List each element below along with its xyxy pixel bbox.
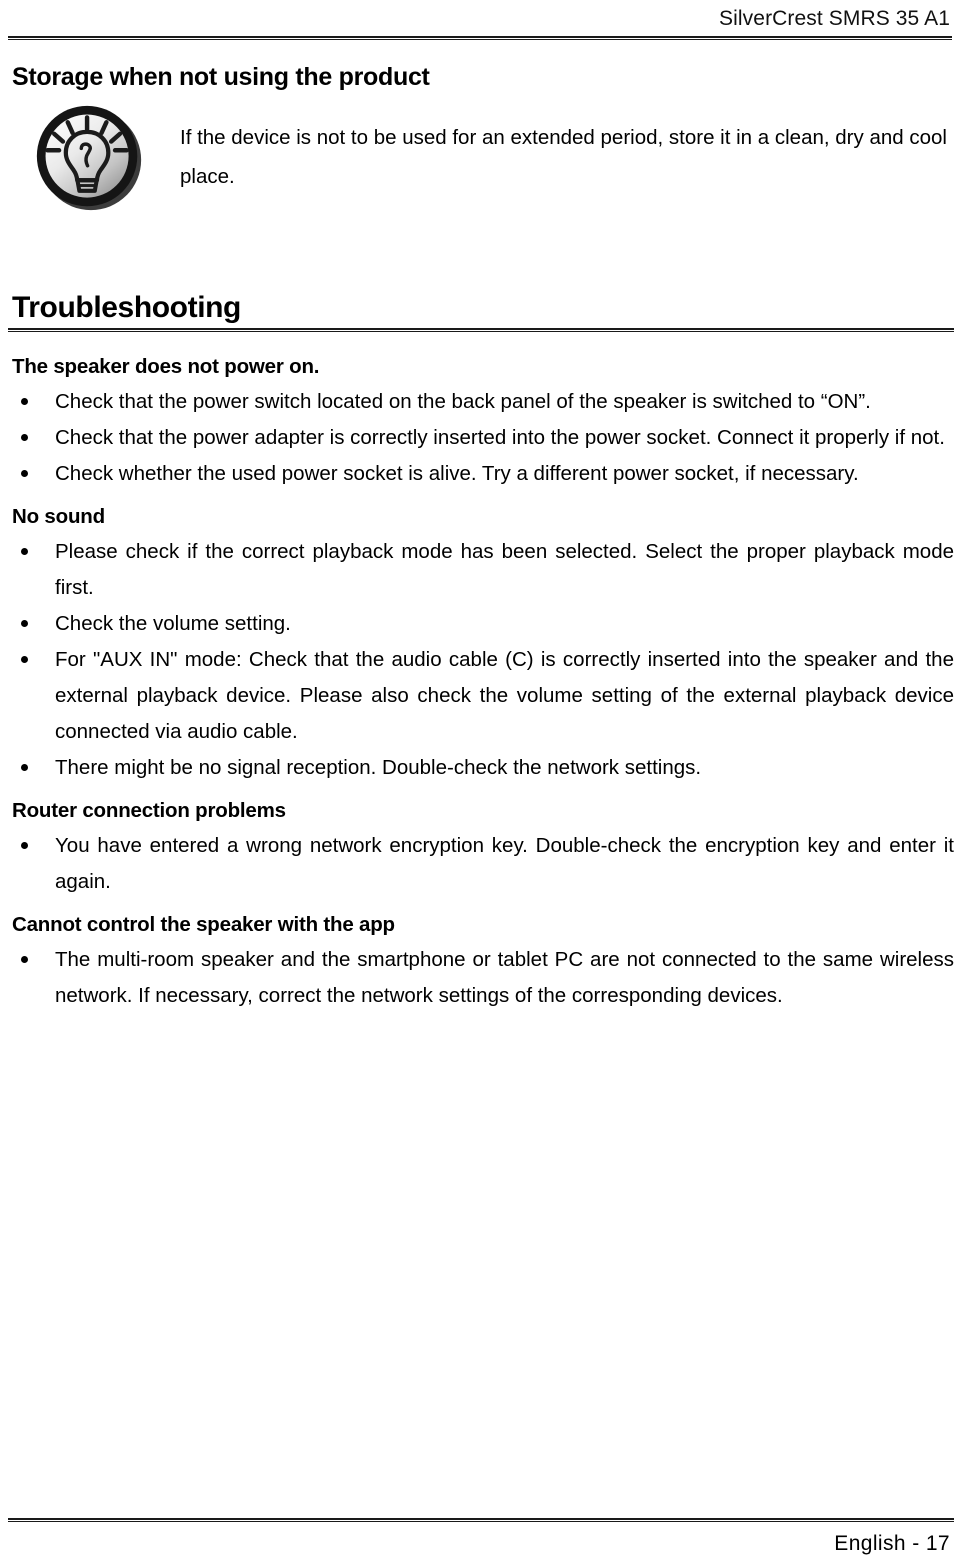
bullet-dot-icon — [21, 842, 28, 849]
bullet-dot-icon — [21, 398, 28, 405]
storage-note-block: If the device is not to be used for an e… — [8, 100, 954, 211]
list-item: There might be no signal reception. Doub… — [8, 750, 954, 786]
bullet-dot-icon — [21, 434, 28, 441]
list-item-text: Please check if the correct playback mod… — [55, 540, 954, 599]
page-content: Storage when not using the product If th… — [8, 52, 954, 1014]
troubleshooting-divider — [8, 328, 954, 332]
bullet-dot-icon — [21, 470, 28, 477]
storage-note-text: If the device is not to be used for an e… — [180, 126, 947, 188]
list-item-text: Check whether the used power socket is a… — [55, 462, 859, 485]
troubleshooting-heading: Troubleshooting — [12, 291, 241, 324]
list-item-text: Check the volume setting. — [55, 612, 291, 635]
storage-section-heading: Storage when not using the product — [12, 63, 430, 91]
bullet-dot-icon — [21, 764, 28, 771]
subheading-no-sound: No sound — [12, 505, 105, 528]
list-item: For "AUX IN" mode: Check that the audio … — [8, 642, 954, 750]
list-item-text: You have entered a wrong network encrypt… — [55, 834, 954, 893]
list-item-text: There might be no signal reception. Doub… — [55, 756, 702, 779]
bullet-dot-icon — [21, 956, 28, 963]
bullet-dot-icon — [21, 620, 28, 627]
bullet-list-app-control: The multi-room speaker and the smartphon… — [8, 942, 954, 1014]
bullet-list-router: You have entered a wrong network encrypt… — [8, 828, 954, 900]
list-item: Check whether the used power socket is a… — [8, 456, 954, 492]
bullet-list-power-on: Check that the power switch located on t… — [8, 384, 954, 492]
list-item-text: Check that the power switch located on t… — [55, 390, 871, 413]
list-item: Please check if the correct playback mod… — [8, 534, 954, 606]
list-item: The multi-room speaker and the smartphon… — [8, 942, 954, 1014]
lightbulb-tip-icon — [30, 102, 148, 214]
header-product-title: SilverCrest SMRS 35 A1 — [719, 7, 950, 30]
list-item: Check that the power adapter is correctl… — [8, 420, 954, 456]
document-page: SilverCrest SMRS 35 A1 Storage when not … — [0, 0, 960, 1568]
subheading-router-connection: Router connection problems — [12, 799, 286, 822]
subheading-app-control: Cannot control the speaker with the app — [12, 913, 395, 936]
list-item: You have entered a wrong network encrypt… — [8, 828, 954, 900]
list-item-text: Check that the power adapter is correctl… — [55, 426, 945, 449]
list-item: Check the volume setting. — [8, 606, 954, 642]
header-divider — [8, 36, 952, 40]
list-item-text: The multi-room speaker and the smartphon… — [55, 948, 954, 1007]
footer-page-label: English - 17 — [834, 1532, 950, 1555]
list-item-text: For "AUX IN" mode: Check that the audio … — [55, 648, 954, 743]
page-footer: English - 17 — [8, 1518, 954, 1558]
bullet-dot-icon — [21, 656, 28, 663]
page-header: SilverCrest SMRS 35 A1 — [8, 6, 952, 46]
list-item: Check that the power switch located on t… — [8, 384, 954, 420]
subheading-power-on: The speaker does not power on. — [12, 355, 320, 378]
bullet-list-no-sound: Please check if the correct playback mod… — [8, 534, 954, 786]
bullet-dot-icon — [21, 548, 28, 555]
